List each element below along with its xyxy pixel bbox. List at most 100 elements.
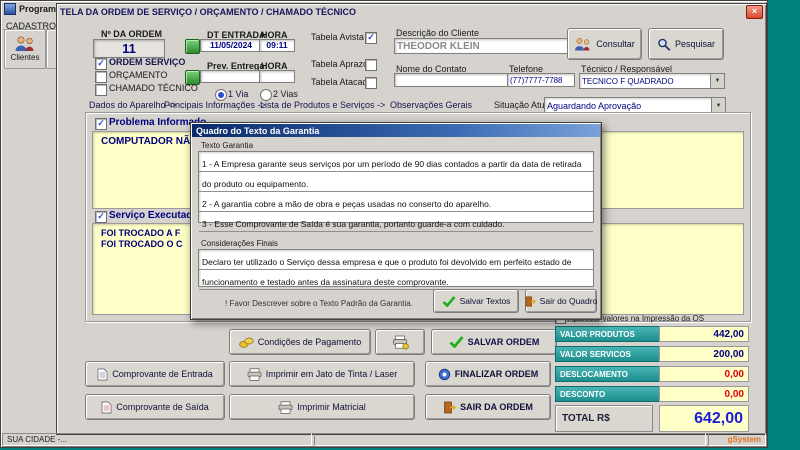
- salvar-ordem-label: SALVAR ORDEM: [468, 337, 540, 347]
- entry-hour-field[interactable]: 09:11: [259, 39, 295, 52]
- imprimir-matricial-button[interactable]: Imprimir Matricial: [229, 394, 415, 420]
- warranty-hint: ! Favor Descrever sobre o Texto Padrão d…: [225, 299, 413, 308]
- condicoes-pagamento-button[interactable]: Condições de Pagamento: [229, 329, 371, 355]
- tabela-atacado-label: Tabela Atacado: [311, 77, 373, 87]
- chevron-down-icon[interactable]: ▼: [711, 98, 725, 113]
- document-icon: [97, 368, 108, 381]
- client-input[interactable]: [394, 38, 568, 54]
- checkbox-ordem-servico[interactable]: ✓: [95, 58, 107, 70]
- statusbar: SUA CIDADE -... gSystem: [2, 433, 766, 446]
- delivery-hour-field[interactable]: [259, 70, 295, 83]
- valor-produtos-value: 442,00: [659, 326, 749, 342]
- tabela-aprazo-label: Tabela Aprazo: [311, 59, 368, 69]
- coins-icon: [239, 337, 254, 348]
- green-check-icon: [442, 296, 456, 307]
- consultar-button[interactable]: Consultar: [567, 28, 642, 60]
- document-icon: [101, 401, 112, 414]
- imprimir-jato-button[interactable]: Imprimir em Jato de Tinta / Laser: [229, 361, 415, 387]
- pesquisar-label: Pesquisar: [675, 39, 715, 49]
- close-icon[interactable]: ×: [746, 5, 763, 19]
- status-value: Aguardando Aprovação: [545, 100, 711, 112]
- print-payment-button[interactable]: [375, 329, 425, 355]
- tab-observacoes-gerais[interactable]: Observações Gerais: [390, 100, 472, 110]
- pesquisar-button[interactable]: Pesquisar: [648, 28, 724, 60]
- printer-money-icon: [392, 335, 409, 350]
- checkbox-tabela-avista[interactable]: ✓: [365, 32, 377, 44]
- technician-combobox[interactable]: TECNICO F QUADRADO ▼: [579, 73, 725, 89]
- consideracoes-memo[interactable]: Declaro ter utilizado o Serviço dessa em…: [198, 249, 594, 287]
- toolbar-clientes-label: Clientes: [11, 53, 40, 62]
- valor-servicos-value: 200,00: [659, 346, 749, 362]
- valor-servicos-label: VALOR SERVICOS: [555, 346, 661, 362]
- desktop: Programa A... CADASTROS Clientes: [0, 0, 800, 450]
- dialog-title: Quadro do Texto da Garantia: [196, 126, 319, 136]
- order-number-value: 11: [93, 39, 165, 58]
- texto-garantia-label: Texto Garantia: [201, 141, 253, 150]
- checkbox-problema-informado[interactable]: ✓: [95, 118, 107, 130]
- entry-date-field[interactable]: 11/05/2024: [200, 39, 262, 52]
- tab-principais-informacoes[interactable]: Principais Informações ->: [164, 100, 266, 110]
- condicoes-label: Condições de Pagamento: [258, 337, 362, 347]
- checkbox-tabela-aprazo[interactable]: [365, 59, 377, 71]
- imprimir-matricial-label: Imprimir Matricial: [297, 402, 366, 412]
- order-titlebar: TELA DA ORDEM DE SERVIÇO / ORÇAMENTO / C…: [58, 5, 765, 18]
- total-value: 642,00: [659, 405, 749, 432]
- final-line: Declaro ter utilizado o Serviço dessa em…: [199, 250, 593, 270]
- warranty-line: do produto ou equipamento.: [199, 172, 593, 192]
- printer-icon: [278, 401, 293, 414]
- comprovante-entrada-button[interactable]: Comprovante de Entrada: [85, 361, 225, 387]
- sair-quadro-button[interactable]: Sair do Quadro: [525, 289, 597, 313]
- checkbox-servico-executado[interactable]: ✓: [95, 211, 107, 223]
- salvar-textos-label: Salvar Textos: [460, 296, 511, 306]
- statusbar-spacer: [314, 433, 706, 446]
- chamado-tecnico-label: CHAMADO TÉCNICO: [109, 83, 198, 93]
- comprovante-entrada-label: Comprovante de Entrada: [112, 369, 213, 379]
- valor-produtos-label: VALOR PRODUTOS: [555, 326, 661, 342]
- sair-ordem-label: SAIR DA ORDEM: [460, 402, 533, 412]
- radio-2-vias-label: 2 Vias: [273, 89, 298, 99]
- warranty-dialog: Quadro do Texto da Garantia Texto Garant…: [190, 122, 602, 320]
- client-label: Descrição do Cliente: [396, 28, 479, 38]
- deslocamento-value: 0,00: [659, 366, 749, 382]
- exit-door-icon: [525, 296, 536, 307]
- total-label: TOTAL R$: [555, 405, 653, 432]
- statusbar-brand: gSystem: [708, 433, 766, 446]
- finalizar-ordem-label: FINALIZAR ORDEM: [455, 369, 539, 379]
- order-number-label: Nº DA ORDEM: [101, 29, 162, 39]
- order-title: TELA DA ORDEM DE SERVIÇO / ORÇAMENTO / C…: [60, 7, 746, 17]
- salvar-textos-button[interactable]: Salvar Textos: [433, 289, 519, 313]
- salvar-ordem-button[interactable]: SALVAR ORDEM: [431, 329, 557, 355]
- texto-garantia-memo[interactable]: 1 - A Empresa garante seus serviços por …: [198, 151, 594, 223]
- imprimir-jato-label: Imprimir em Jato de Tinta / Laser: [266, 369, 398, 379]
- deslocamento-label: DESLOCAMENTO: [555, 366, 661, 382]
- checkbox-chamado-tecnico[interactable]: [95, 84, 107, 96]
- delivery-date-field[interactable]: [200, 70, 262, 83]
- servico-executado-label: Serviço Executado:: [109, 210, 202, 221]
- finalizar-ordem-button[interactable]: FINALIZAR ORDEM: [425, 361, 551, 387]
- toolbar-button-clientes[interactable]: Clientes: [4, 29, 46, 69]
- contact-input[interactable]: [394, 73, 508, 87]
- final-line: funcionamento e testado antes da assinat…: [199, 270, 593, 290]
- phone-input[interactable]: [507, 73, 575, 87]
- technician-value: TECNICO F QUADRADO: [580, 76, 710, 87]
- warranty-line: 2 - A garantia cobre a mão de obra e peç…: [199, 192, 593, 212]
- ordem-servico-label: ORDEM SERVIÇO: [109, 57, 185, 67]
- radio-1-via-label: 1 Via: [228, 89, 248, 99]
- checkbox-orcamento[interactable]: [95, 71, 107, 83]
- warranty-line: 3 - Esse Comprovante de Saída é sua gara…: [199, 212, 593, 232]
- consult-people-icon: [574, 38, 592, 51]
- checkbox-tabela-atacado[interactable]: [365, 77, 377, 89]
- comprovante-saida-button[interactable]: Comprovante de Saída: [85, 394, 225, 420]
- exit-door-icon: [443, 401, 456, 414]
- warranty-line: 1 - A Empresa garante seus serviços por …: [199, 152, 593, 172]
- tab-produtos-servicos[interactable]: Lista de Produtos e Serviços ->: [260, 100, 385, 110]
- green-check-icon: [449, 336, 464, 348]
- calendar-icon[interactable]: [185, 39, 200, 54]
- sair-quadro-label: Sair do Quadro: [540, 296, 598, 306]
- chevron-down-icon[interactable]: ▼: [710, 74, 724, 88]
- clients-people-icon: [14, 36, 36, 52]
- orcamento-label: ORÇAMENTO: [109, 70, 167, 80]
- desconto-label: DESCONTO: [555, 386, 661, 402]
- sair-ordem-button[interactable]: SAIR DA ORDEM: [425, 394, 551, 420]
- dialog-titlebar: Quadro do Texto da Garantia: [192, 124, 600, 137]
